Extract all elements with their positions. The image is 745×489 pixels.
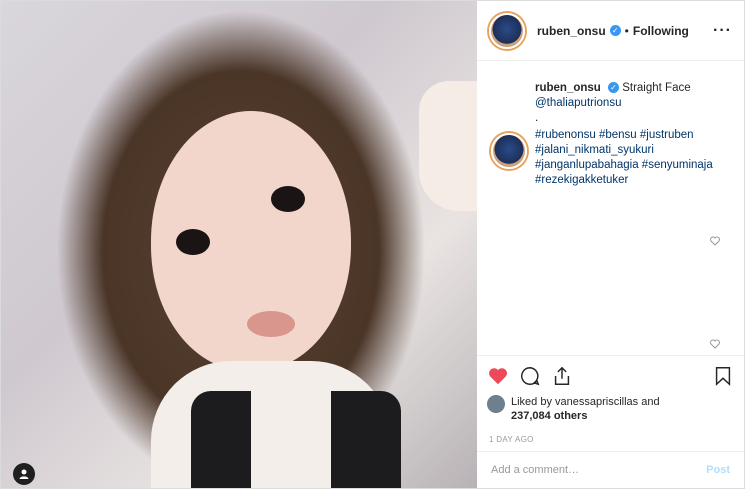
comments-area: ruben_onsu ✓ Straight Face @thaliaputrio… [477,61,744,355]
like-comment-icon[interactable] [710,236,720,246]
photo-eye-right [271,186,305,212]
verified-icon: ✓ [609,25,621,36]
action-bar [477,355,744,395]
instagram-post: ruben_onsu ✓ • Following ··· ruben_onsu … [0,0,745,489]
caption-username[interactable]: ruben_onsu [535,82,601,94]
post-photo[interactable] [1,1,477,488]
caption-dot: . [535,112,539,124]
comment-box: Add a comment… Post [477,452,744,488]
caption: ruben_onsu ✓ Straight Face @thaliaputrio… [491,81,731,188]
comment-input[interactable]: Add a comment… [491,464,579,476]
photo-lamp [419,81,477,211]
comment-icon[interactable] [519,365,541,387]
likes-text: Liked by vanessapriscillas and 237,084 o… [511,395,660,423]
likes-count[interactable]: 237,084 others [511,410,587,422]
photo-vest-left [191,391,251,488]
photo-vest-right [331,391,401,488]
liker-avatar[interactable] [487,395,505,413]
post-header: ruben_onsu ✓ • Following ··· [477,1,744,61]
like-comment-icon[interactable] [710,339,720,349]
likes-section: Liked by vanessapriscillas and 237,084 o… [477,395,744,427]
post-button[interactable]: Post [706,464,730,476]
caption-mention[interactable]: @thaliaputrionsu [535,97,621,109]
photo-eye-left [176,229,210,255]
liked-by-line[interactable]: Liked by vanessapriscillas and [511,396,660,408]
caption-verified-icon: ✓ [608,82,620,94]
user-tag-icon[interactable] [13,463,35,485]
header-username[interactable]: ruben_onsu [537,24,606,38]
caption-text: Straight Face [622,82,691,94]
caption-avatar[interactable] [491,133,527,169]
bookmark-icon[interactable] [712,365,734,387]
header-separator: • [624,23,629,38]
more-options-icon[interactable]: ··· [713,22,732,40]
following-button[interactable]: Following [633,24,689,38]
heart-icon[interactable] [487,365,509,387]
share-icon[interactable] [551,365,573,387]
post-sidebar: ruben_onsu ✓ • Following ··· ruben_onsu … [477,1,744,488]
caption-hashtags[interactable]: #rubenonsu #bensu #justruben #jalani_nik… [535,128,731,188]
photo-mouth [247,311,295,337]
timestamp[interactable]: 1 DAY AGO [477,427,744,452]
avatar[interactable] [489,12,525,49]
caption-text-block: ruben_onsu ✓ Straight Face @thaliaputrio… [535,81,731,188]
